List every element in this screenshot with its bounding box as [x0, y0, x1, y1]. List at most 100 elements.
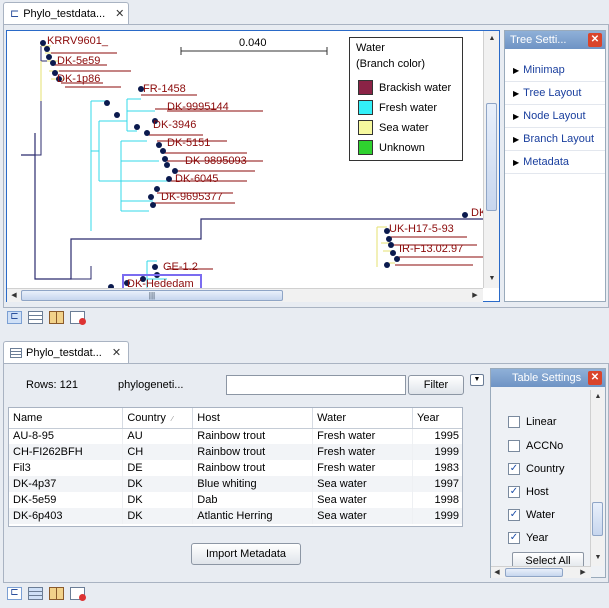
column-option[interactable]: ✓ Host	[508, 486, 549, 498]
leaf-label[interactable]: DK-3946	[153, 119, 196, 131]
leaf-label[interactable]: DK-9695377	[161, 191, 223, 203]
table-settings-scrollbar[interactable]: ▲ ▼	[590, 390, 604, 566]
legend-item: Brackish water	[358, 80, 451, 95]
panel-title: Tree Setti...	[510, 34, 567, 46]
column-option[interactable]: ✓ Country	[508, 463, 565, 475]
close-panel-icon[interactable]: ✕	[588, 371, 602, 385]
tree-view-switcher: ⊏	[7, 311, 86, 325]
scroll-down-icon[interactable]: ▼	[486, 273, 498, 285]
expand-arrow-icon: ▶	[513, 111, 520, 121]
scale-bar-label: 0.040	[239, 37, 267, 49]
leaf-label[interactable]: IR-F13.02.97	[399, 243, 463, 255]
expand-arrow-icon: ▶	[513, 88, 520, 98]
book-icon[interactable]	[49, 587, 64, 600]
scroll-thumb[interactable]	[592, 502, 603, 536]
scroll-thumb[interactable]	[505, 568, 563, 577]
scroll-thumb[interactable]: |||	[21, 290, 283, 301]
leaf-label[interactable]: DK-9895093	[185, 155, 247, 167]
legend-item: Fresh water	[358, 100, 437, 115]
scroll-left-icon[interactable]: ◀	[8, 290, 20, 302]
filter-column-label: phylogeneti...	[118, 379, 184, 391]
leaf-label[interactable]: DK-9995144	[167, 101, 229, 113]
legend-subtitle: (Branch color)	[356, 58, 426, 70]
import-metadata-button[interactable]: Import Metadata	[191, 543, 301, 565]
scroll-down-icon[interactable]: ▼	[592, 552, 604, 564]
column-header-year[interactable]: Year	[412, 408, 462, 429]
table-row[interactable]: DK-5e59 DK Dab Sea water 1998	[9, 492, 462, 508]
table-row[interactable]: Fil3 DE Rainbow trout Fresh water 1983	[9, 460, 462, 476]
close-panel-icon[interactable]: ✕	[588, 33, 602, 47]
table-icon	[10, 347, 22, 358]
legend-item: Sea water	[358, 120, 429, 135]
tab-phylo-table[interactable]: Phylo_testdat... ✕	[3, 341, 129, 363]
checkbox[interactable]: ✓	[508, 532, 520, 544]
scroll-right-icon[interactable]: ▶	[469, 290, 481, 302]
tab-title: Phylo_testdata...	[23, 7, 106, 20]
settings-minimap[interactable]: ▶ Minimap	[505, 59, 605, 82]
checkbox[interactable]	[508, 440, 520, 452]
column-header-water[interactable]: Water	[312, 408, 414, 429]
table-row[interactable]: AU-8-95 AU Rainbow trout Fresh water 1995	[9, 428, 462, 444]
options-dropdown-icon[interactable]: ▼	[470, 374, 484, 386]
leaf-label[interactable]: GE-1.2	[163, 261, 198, 273]
table-row[interactable]: CH-FI262BFH CH Rainbow trout Fresh water 199…	[9, 444, 462, 460]
tree-view-icon[interactable]: ⊏	[7, 587, 22, 600]
tree-canvas[interactable]: 0.040 KRRV9601_ DK-5e59 DK-1p86 FR-1458 …	[6, 30, 500, 302]
column-option[interactable]: ACCNo	[508, 440, 563, 452]
book-icon[interactable]	[49, 311, 64, 324]
leaf-label[interactable]: DK-1p86	[57, 73, 100, 85]
filter-button[interactable]: Filter	[408, 375, 464, 395]
tree-settings-header: Tree Setti... ✕	[505, 31, 605, 49]
column-header-country[interactable]: Country ⁄	[122, 408, 194, 429]
legend-item: Unknown	[358, 140, 425, 155]
table-row[interactable]: DK-6p403 DK Atlantic Herring Sea water 1999	[9, 508, 462, 524]
filter-input[interactable]	[226, 375, 406, 395]
settings-node-layout[interactable]: ▶ Node Layout	[505, 105, 605, 128]
scroll-right-icon[interactable]: ▶	[577, 567, 589, 579]
row-count: Rows: 121	[26, 379, 78, 391]
tree-settings-panel: Tree Setti... ✕ ▶ Minimap ▶ Tree Layout ▶ N…	[504, 30, 606, 302]
checkbox[interactable]: ✓	[508, 486, 520, 498]
leaf-label[interactable]: DK-5e59	[57, 55, 100, 67]
checkbox[interactable]	[508, 416, 520, 428]
leaf-label[interactable]: UK-H17-5-93	[389, 223, 454, 235]
tree-view-icon[interactable]: ⊏	[7, 311, 22, 324]
leaf-label[interactable]: DK-6045	[175, 173, 218, 185]
table-view-icon[interactable]	[28, 587, 43, 600]
leaf-label[interactable]: FR-1458	[143, 83, 186, 95]
history-icon[interactable]	[70, 587, 86, 601]
scroll-left-icon[interactable]: ◀	[491, 567, 503, 579]
settings-branch-layout[interactable]: ▶ Branch Layout	[505, 128, 605, 151]
expand-arrow-icon: ▶	[513, 134, 520, 144]
scroll-thumb[interactable]	[486, 103, 497, 211]
legend-swatch	[358, 120, 373, 135]
column-option[interactable]: Linear	[508, 416, 557, 428]
checkbox[interactable]: ✓	[508, 509, 520, 521]
scroll-up-icon[interactable]: ▲	[592, 391, 604, 403]
legend-swatch	[358, 80, 373, 95]
metadata-table: Name Country ⁄ Host Water Year AU-8-95 AU R…	[8, 407, 463, 527]
table-settings-h-scrollbar[interactable]: ◀ ▶	[491, 566, 591, 578]
checkbox[interactable]: ✓	[508, 463, 520, 475]
close-tab-icon[interactable]: ✕	[112, 346, 121, 359]
tree-horizontal-scrollbar[interactable]: ◀ ||| ▶	[7, 288, 483, 302]
sort-indicator-icon: ⁄	[171, 415, 174, 423]
leaf-label[interactable]: DK-5151	[167, 137, 210, 149]
column-option[interactable]: ✓ Water	[508, 509, 555, 521]
settings-tree-layout[interactable]: ▶ Tree Layout	[505, 82, 605, 105]
column-header-name[interactable]: Name	[9, 408, 124, 429]
close-tab-icon[interactable]: ✕	[115, 7, 124, 20]
expand-arrow-icon: ▶	[513, 65, 520, 75]
table-row[interactable]: DK-4p37 DK Blue whiting Sea water 1997	[9, 476, 462, 492]
column-header-host[interactable]: Host	[192, 408, 314, 429]
column-option[interactable]: ✓ Year	[508, 532, 548, 544]
table-settings-header: Table Settings ✕	[491, 369, 605, 387]
scroll-up-icon[interactable]: ▲	[486, 33, 498, 45]
tree-vertical-scrollbar[interactable]: ▲ ▼	[483, 31, 499, 288]
legend-swatch	[358, 100, 373, 115]
history-icon[interactable]	[70, 311, 86, 325]
table-view-icon[interactable]	[28, 311, 43, 324]
tab-phylo-tree[interactable]: ⊏ Phylo_testdata... ✕	[3, 2, 129, 24]
leaf-label[interactable]: KRRV9601_	[47, 35, 108, 47]
settings-metadata[interactable]: ▶ Metadata	[505, 151, 605, 174]
